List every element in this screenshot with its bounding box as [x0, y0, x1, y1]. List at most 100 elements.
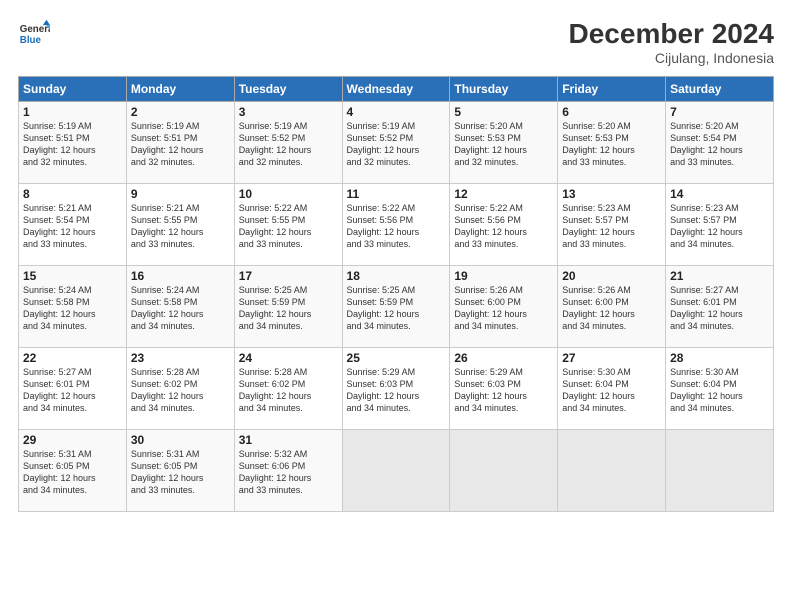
day-cell: 19Sunrise: 5:26 AM Sunset: 6:00 PM Dayli… — [450, 266, 558, 348]
day-info: Sunrise: 5:26 AM Sunset: 6:00 PM Dayligh… — [454, 284, 553, 333]
day-info: Sunrise: 5:25 AM Sunset: 5:59 PM Dayligh… — [347, 284, 446, 333]
day-cell: 18Sunrise: 5:25 AM Sunset: 5:59 PM Dayli… — [342, 266, 450, 348]
day-info: Sunrise: 5:29 AM Sunset: 6:03 PM Dayligh… — [347, 366, 446, 415]
day-cell — [342, 430, 450, 512]
day-info: Sunrise: 5:31 AM Sunset: 6:05 PM Dayligh… — [131, 448, 230, 497]
svg-text:General: General — [20, 24, 50, 35]
day-info: Sunrise: 5:24 AM Sunset: 5:58 PM Dayligh… — [23, 284, 122, 333]
day-cell: 22Sunrise: 5:27 AM Sunset: 6:01 PM Dayli… — [19, 348, 127, 430]
day-cell: 11Sunrise: 5:22 AM Sunset: 5:56 PM Dayli… — [342, 184, 450, 266]
day-info: Sunrise: 5:19 AM Sunset: 5:52 PM Dayligh… — [239, 120, 338, 169]
day-info: Sunrise: 5:21 AM Sunset: 5:54 PM Dayligh… — [23, 202, 122, 251]
day-number: 30 — [131, 433, 230, 447]
day-info: Sunrise: 5:24 AM Sunset: 5:58 PM Dayligh… — [131, 284, 230, 333]
day-info: Sunrise: 5:30 AM Sunset: 6:04 PM Dayligh… — [670, 366, 769, 415]
page: General Blue December 2024 Cijulang, Ind… — [0, 0, 792, 612]
day-cell: 26Sunrise: 5:29 AM Sunset: 6:03 PM Dayli… — [450, 348, 558, 430]
day-number: 3 — [239, 105, 338, 119]
logo: General Blue — [18, 18, 50, 50]
title-block: December 2024 Cijulang, Indonesia — [569, 18, 774, 66]
day-cell: 27Sunrise: 5:30 AM Sunset: 6:04 PM Dayli… — [558, 348, 666, 430]
header-cell-tuesday: Tuesday — [234, 77, 342, 102]
day-cell: 16Sunrise: 5:24 AM Sunset: 5:58 PM Dayli… — [126, 266, 234, 348]
day-cell: 31Sunrise: 5:32 AM Sunset: 6:06 PM Dayli… — [234, 430, 342, 512]
header-cell-monday: Monday — [126, 77, 234, 102]
day-cell: 15Sunrise: 5:24 AM Sunset: 5:58 PM Dayli… — [19, 266, 127, 348]
day-number: 6 — [562, 105, 661, 119]
day-info: Sunrise: 5:21 AM Sunset: 5:55 PM Dayligh… — [131, 202, 230, 251]
day-number: 7 — [670, 105, 769, 119]
day-cell: 7Sunrise: 5:20 AM Sunset: 5:54 PM Daylig… — [666, 102, 774, 184]
day-number: 10 — [239, 187, 338, 201]
day-info: Sunrise: 5:26 AM Sunset: 6:00 PM Dayligh… — [562, 284, 661, 333]
day-number: 22 — [23, 351, 122, 365]
week-row-1: 1Sunrise: 5:19 AM Sunset: 5:51 PM Daylig… — [19, 102, 774, 184]
svg-text:Blue: Blue — [20, 35, 42, 46]
header-cell-saturday: Saturday — [666, 77, 774, 102]
day-cell — [666, 430, 774, 512]
day-info: Sunrise: 5:20 AM Sunset: 5:53 PM Dayligh… — [562, 120, 661, 169]
day-cell: 14Sunrise: 5:23 AM Sunset: 5:57 PM Dayli… — [666, 184, 774, 266]
week-row-2: 8Sunrise: 5:21 AM Sunset: 5:54 PM Daylig… — [19, 184, 774, 266]
day-cell: 1Sunrise: 5:19 AM Sunset: 5:51 PM Daylig… — [19, 102, 127, 184]
day-cell: 10Sunrise: 5:22 AM Sunset: 5:55 PM Dayli… — [234, 184, 342, 266]
day-info: Sunrise: 5:28 AM Sunset: 6:02 PM Dayligh… — [131, 366, 230, 415]
day-number: 13 — [562, 187, 661, 201]
day-info: Sunrise: 5:27 AM Sunset: 6:01 PM Dayligh… — [23, 366, 122, 415]
day-info: Sunrise: 5:19 AM Sunset: 5:51 PM Dayligh… — [23, 120, 122, 169]
day-cell: 29Sunrise: 5:31 AM Sunset: 6:05 PM Dayli… — [19, 430, 127, 512]
day-info: Sunrise: 5:25 AM Sunset: 5:59 PM Dayligh… — [239, 284, 338, 333]
header-cell-sunday: Sunday — [19, 77, 127, 102]
header-cell-thursday: Thursday — [450, 77, 558, 102]
day-number: 21 — [670, 269, 769, 283]
day-number: 25 — [347, 351, 446, 365]
day-number: 27 — [562, 351, 661, 365]
week-row-4: 22Sunrise: 5:27 AM Sunset: 6:01 PM Dayli… — [19, 348, 774, 430]
day-number: 4 — [347, 105, 446, 119]
day-cell: 17Sunrise: 5:25 AM Sunset: 5:59 PM Dayli… — [234, 266, 342, 348]
day-number: 29 — [23, 433, 122, 447]
day-info: Sunrise: 5:27 AM Sunset: 6:01 PM Dayligh… — [670, 284, 769, 333]
day-cell: 6Sunrise: 5:20 AM Sunset: 5:53 PM Daylig… — [558, 102, 666, 184]
day-info: Sunrise: 5:32 AM Sunset: 6:06 PM Dayligh… — [239, 448, 338, 497]
day-number: 1 — [23, 105, 122, 119]
day-number: 16 — [131, 269, 230, 283]
day-number: 9 — [131, 187, 230, 201]
day-number: 12 — [454, 187, 553, 201]
day-number: 8 — [23, 187, 122, 201]
day-number: 19 — [454, 269, 553, 283]
day-cell: 21Sunrise: 5:27 AM Sunset: 6:01 PM Dayli… — [666, 266, 774, 348]
day-number: 15 — [23, 269, 122, 283]
day-cell: 3Sunrise: 5:19 AM Sunset: 5:52 PM Daylig… — [234, 102, 342, 184]
day-number: 17 — [239, 269, 338, 283]
day-info: Sunrise: 5:19 AM Sunset: 5:52 PM Dayligh… — [347, 120, 446, 169]
day-cell — [558, 430, 666, 512]
day-info: Sunrise: 5:28 AM Sunset: 6:02 PM Dayligh… — [239, 366, 338, 415]
day-number: 31 — [239, 433, 338, 447]
day-info: Sunrise: 5:20 AM Sunset: 5:54 PM Dayligh… — [670, 120, 769, 169]
day-cell: 12Sunrise: 5:22 AM Sunset: 5:56 PM Dayli… — [450, 184, 558, 266]
day-info: Sunrise: 5:23 AM Sunset: 5:57 PM Dayligh… — [670, 202, 769, 251]
week-row-3: 15Sunrise: 5:24 AM Sunset: 5:58 PM Dayli… — [19, 266, 774, 348]
day-cell: 20Sunrise: 5:26 AM Sunset: 6:00 PM Dayli… — [558, 266, 666, 348]
header: General Blue December 2024 Cijulang, Ind… — [18, 18, 774, 66]
day-number: 18 — [347, 269, 446, 283]
day-number: 20 — [562, 269, 661, 283]
day-cell: 4Sunrise: 5:19 AM Sunset: 5:52 PM Daylig… — [342, 102, 450, 184]
day-cell: 28Sunrise: 5:30 AM Sunset: 6:04 PM Dayli… — [666, 348, 774, 430]
calendar: SundayMondayTuesdayWednesdayThursdayFrid… — [18, 76, 774, 512]
logo-icon: General Blue — [18, 18, 50, 50]
day-cell: 24Sunrise: 5:28 AM Sunset: 6:02 PM Dayli… — [234, 348, 342, 430]
day-number: 28 — [670, 351, 769, 365]
day-number: 5 — [454, 105, 553, 119]
day-cell: 8Sunrise: 5:21 AM Sunset: 5:54 PM Daylig… — [19, 184, 127, 266]
day-cell: 2Sunrise: 5:19 AM Sunset: 5:51 PM Daylig… — [126, 102, 234, 184]
day-cell: 23Sunrise: 5:28 AM Sunset: 6:02 PM Dayli… — [126, 348, 234, 430]
day-cell: 5Sunrise: 5:20 AM Sunset: 5:53 PM Daylig… — [450, 102, 558, 184]
day-info: Sunrise: 5:19 AM Sunset: 5:51 PM Dayligh… — [131, 120, 230, 169]
day-cell: 9Sunrise: 5:21 AM Sunset: 5:55 PM Daylig… — [126, 184, 234, 266]
day-info: Sunrise: 5:23 AM Sunset: 5:57 PM Dayligh… — [562, 202, 661, 251]
day-info: Sunrise: 5:22 AM Sunset: 5:56 PM Dayligh… — [347, 202, 446, 251]
day-cell: 13Sunrise: 5:23 AM Sunset: 5:57 PM Dayli… — [558, 184, 666, 266]
day-info: Sunrise: 5:30 AM Sunset: 6:04 PM Dayligh… — [562, 366, 661, 415]
